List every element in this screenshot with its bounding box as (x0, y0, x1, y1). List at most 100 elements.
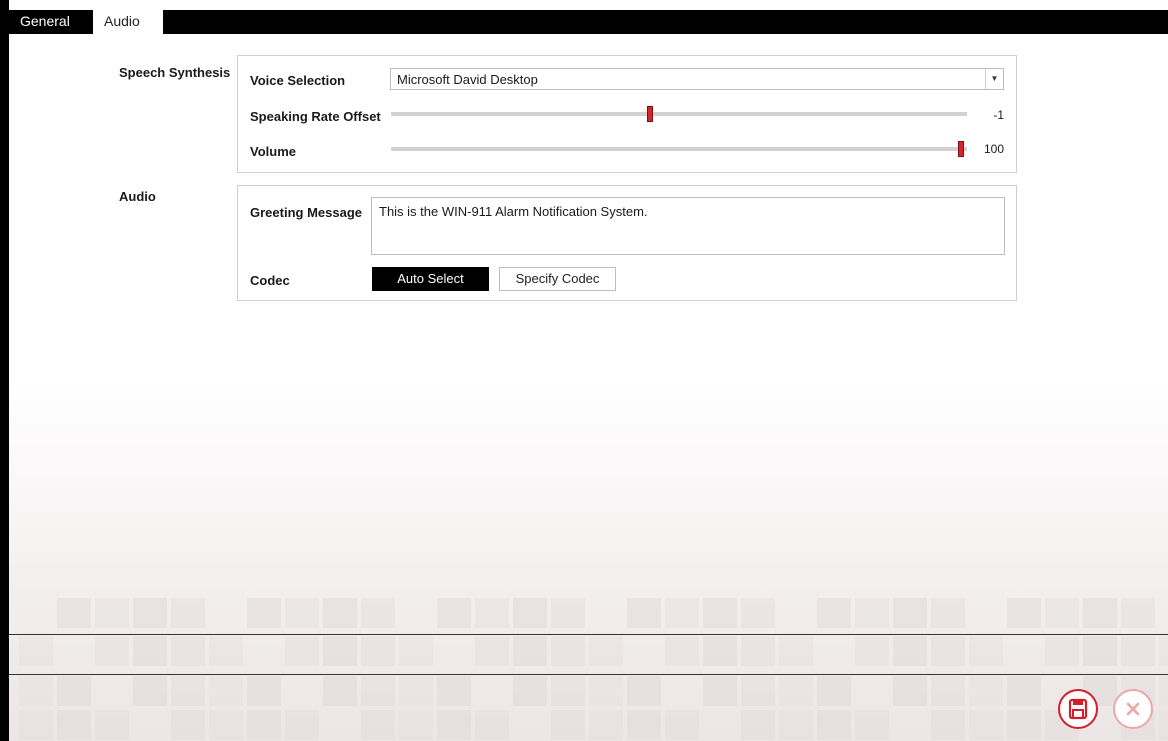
volume-label: Volume (250, 144, 296, 159)
background-tile (399, 676, 433, 706)
volume-slider[interactable] (391, 140, 967, 158)
background-tile (19, 710, 53, 740)
background-tile (551, 710, 585, 740)
background-tile (437, 676, 471, 706)
speaking-rate-value: -1 (993, 108, 1004, 122)
background-tile (171, 598, 205, 628)
background-tile (855, 710, 889, 740)
background-tile (209, 636, 243, 666)
background-tile (361, 710, 395, 740)
background-tile (627, 676, 661, 706)
background-tile (1007, 676, 1041, 706)
background-tile (551, 676, 585, 706)
background-tile (19, 636, 53, 666)
voice-selection-value: Microsoft David Desktop (397, 72, 538, 87)
background-tile (57, 598, 91, 628)
background-tile (855, 636, 889, 666)
background-tile (931, 598, 965, 628)
background-tile (665, 598, 699, 628)
left-edge-bar (0, 0, 9, 741)
background-tile (855, 598, 889, 628)
background-tile (475, 636, 509, 666)
background-tile (589, 636, 623, 666)
greeting-message-label: Greeting Message (250, 205, 362, 220)
background-tile (171, 676, 205, 706)
background-tile (741, 636, 775, 666)
background-tile (931, 636, 965, 666)
background-tile (1045, 598, 1079, 628)
background-tile (1045, 636, 1079, 666)
background-tile (627, 598, 661, 628)
speech-synthesis-section-label: Speech Synthesis (119, 65, 231, 80)
background-tile (361, 598, 395, 628)
background-tile (741, 598, 775, 628)
background-tile (1083, 598, 1117, 628)
background-tile (931, 676, 965, 706)
auto-select-codec-button[interactable]: Auto Select (372, 267, 489, 291)
background-tile (133, 676, 167, 706)
background-tile (1007, 710, 1041, 740)
tab-audio[interactable]: Audio (93, 10, 163, 34)
background-tile (665, 636, 699, 666)
background-tile (1083, 636, 1117, 666)
background-tile (399, 710, 433, 740)
background-tile (779, 676, 813, 706)
divider-line-upper (9, 634, 1168, 635)
background-tile (817, 676, 851, 706)
speaking-rate-thumb[interactable] (647, 106, 653, 122)
background-tile (1121, 636, 1155, 666)
background-tile (247, 676, 281, 706)
background-tile (247, 598, 281, 628)
speaking-rate-slider[interactable] (391, 105, 967, 123)
background-tile (1121, 598, 1155, 628)
background-tile (95, 636, 129, 666)
background-tile (57, 710, 91, 740)
close-icon (1126, 702, 1140, 716)
background-tile (627, 710, 661, 740)
divider-line-lower (9, 674, 1168, 675)
background-tile (133, 636, 167, 666)
background-tile (817, 710, 851, 740)
background-tile (741, 676, 775, 706)
background-tile (95, 710, 129, 740)
background-tile (969, 636, 1003, 666)
background-tile (969, 676, 1003, 706)
background-tile (779, 710, 813, 740)
background-tiles (9, 598, 1168, 741)
volume-value: 100 (983, 142, 1004, 156)
background-tile (969, 710, 1003, 740)
save-button[interactable] (1058, 689, 1098, 729)
tab-bar: General Audio (9, 10, 1168, 34)
voice-selection-label: Voice Selection (250, 73, 346, 88)
background-tile (437, 598, 471, 628)
background-tile (19, 676, 53, 706)
volume-track (391, 147, 967, 151)
speaking-rate-offset-label: Speaking Rate Offset (250, 109, 381, 124)
background-tile (1159, 710, 1168, 740)
background-tile (285, 598, 319, 628)
background-tile (57, 676, 91, 706)
background-tile (171, 636, 205, 666)
cancel-button[interactable] (1113, 689, 1153, 729)
background-tile (285, 636, 319, 666)
background-tile (133, 598, 167, 628)
background-tile (209, 710, 243, 740)
chevron-down-icon[interactable]: ▼ (985, 69, 1003, 89)
background-tile (513, 676, 547, 706)
background-tile (703, 676, 737, 706)
background-tile (551, 636, 585, 666)
background-tile (399, 636, 433, 666)
tab-general[interactable]: General (9, 10, 81, 34)
background-tile (171, 710, 205, 740)
background-tile (475, 598, 509, 628)
background-tile (475, 710, 509, 740)
background-tile (817, 598, 851, 628)
voice-selection-dropdown[interactable]: Microsoft David Desktop ▼ (390, 68, 1004, 90)
background-tile (361, 676, 395, 706)
background-tile (893, 676, 927, 706)
background-tile (247, 710, 281, 740)
background-tile (703, 636, 737, 666)
background-tile (513, 636, 547, 666)
greeting-message-input[interactable]: This is the WIN-911 Alarm Notification S… (371, 197, 1005, 255)
specify-codec-button[interactable]: Specify Codec (499, 267, 616, 291)
